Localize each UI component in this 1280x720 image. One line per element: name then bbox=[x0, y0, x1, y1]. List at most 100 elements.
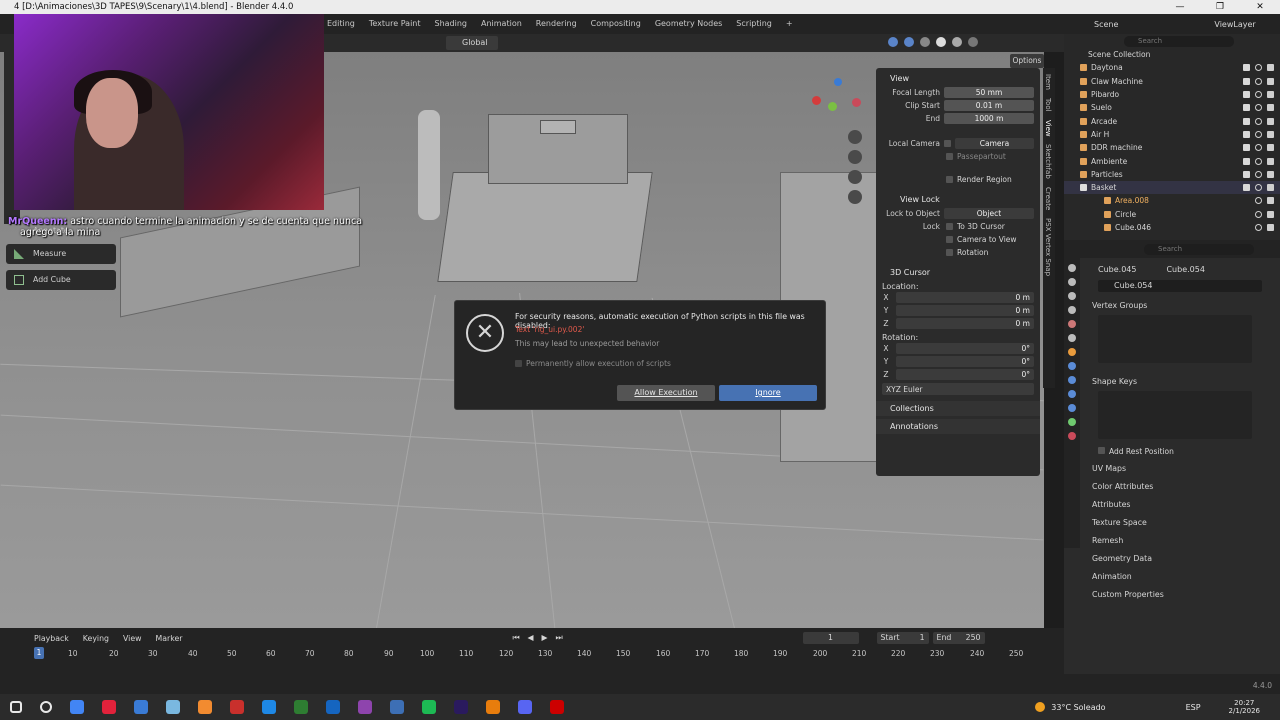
taskbar-app-icon[interactable] bbox=[390, 700, 404, 714]
outliner-item[interactable]: Pibardo bbox=[1064, 88, 1280, 101]
pan-hand-icon[interactable] bbox=[848, 150, 862, 164]
tab-view[interactable]: View bbox=[1044, 120, 1052, 137]
object-breadcrumb[interactable]: Cube.045 bbox=[1098, 265, 1136, 274]
jump-end-icon[interactable]: ⏭ bbox=[556, 633, 563, 643]
taskbar-app-icon[interactable] bbox=[262, 700, 276, 714]
view-menu[interactable]: View bbox=[123, 634, 142, 643]
tab-rendering[interactable]: Rendering bbox=[529, 14, 584, 34]
annotations-header[interactable]: Annotations bbox=[876, 419, 1040, 434]
measure-tool[interactable]: Measure bbox=[6, 244, 116, 264]
view-panel-header[interactable]: View bbox=[876, 71, 1040, 86]
tab-texture-paint[interactable]: Texture Paint bbox=[362, 14, 428, 34]
clock[interactable]: 20:27 2/1/2026 bbox=[1229, 699, 1260, 715]
playhead[interactable]: 1 bbox=[34, 647, 44, 659]
weather-sun-icon[interactable] bbox=[1035, 702, 1046, 712]
keying-menu[interactable]: Keying bbox=[83, 634, 109, 643]
to-3d-cursor-checkbox[interactable] bbox=[946, 223, 953, 230]
playback-menu[interactable]: Playback bbox=[34, 634, 69, 643]
allow-execution-button[interactable]: Allow Execution bbox=[617, 385, 715, 401]
animation-panel[interactable]: Animation bbox=[1064, 568, 1280, 586]
cursor-rotation-y[interactable]: 0° bbox=[896, 356, 1034, 367]
clip-start-field[interactable]: 0.01 m bbox=[944, 100, 1034, 111]
taskbar-app-icon[interactable] bbox=[294, 700, 308, 714]
outliner-item[interactable]: Particles bbox=[1064, 168, 1280, 181]
outliner-item[interactable]: Daytona bbox=[1064, 61, 1280, 74]
uv-maps-panel[interactable]: UV Maps bbox=[1064, 460, 1280, 478]
taskbar-app-icon[interactable] bbox=[198, 700, 212, 714]
language-indicator[interactable]: ESP bbox=[1186, 703, 1201, 712]
marker-menu[interactable]: Marker bbox=[156, 634, 183, 643]
gizmo-icon[interactable] bbox=[888, 37, 898, 47]
tab-create[interactable]: Create bbox=[1044, 187, 1052, 210]
mesh-data-name-field[interactable]: Cube.054 bbox=[1098, 280, 1262, 292]
render-region-checkbox[interactable] bbox=[946, 176, 953, 183]
frame-end-field[interactable]: End 250 bbox=[932, 632, 985, 644]
tab-compositing[interactable]: Compositing bbox=[584, 14, 648, 34]
taskbar-app-icon[interactable] bbox=[518, 700, 532, 714]
color-attributes-panel[interactable]: Color Attributes bbox=[1064, 478, 1280, 496]
cursor-location-x[interactable]: 0 m bbox=[896, 292, 1034, 303]
cursor-rotation-z[interactable]: 0° bbox=[896, 369, 1034, 380]
outliner-item[interactable]: Claw Machine bbox=[1064, 75, 1280, 88]
clip-end-field[interactable]: 1000 m bbox=[944, 113, 1034, 124]
jump-start-icon[interactable]: ⏮ bbox=[512, 633, 519, 643]
view-layer-selector[interactable]: ViewLayer bbox=[1214, 20, 1255, 29]
collections-header[interactable]: Collections bbox=[876, 401, 1040, 416]
taskbar-app-icon[interactable] bbox=[166, 700, 180, 714]
scene-icon[interactable] bbox=[1068, 320, 1076, 328]
outliner-search[interactable]: Search bbox=[1124, 35, 1234, 47]
scene-selector[interactable]: Scene bbox=[1094, 20, 1118, 29]
output-icon[interactable] bbox=[1068, 292, 1076, 300]
shape-keys-panel-header[interactable]: Shape Keys bbox=[1064, 373, 1280, 391]
object-icon[interactable] bbox=[1068, 348, 1076, 356]
taskbar-app-icon[interactable] bbox=[102, 700, 116, 714]
3d-cursor-header[interactable]: 3D Cursor bbox=[876, 265, 1040, 280]
add-rest-position-checkbox[interactable]: Add Rest Position bbox=[1064, 447, 1280, 456]
add-workspace-button[interactable]: + bbox=[779, 14, 800, 34]
taskbar-app-icon[interactable] bbox=[358, 700, 372, 714]
modifier-icon[interactable] bbox=[1068, 362, 1076, 370]
rotation-lock-checkbox[interactable] bbox=[946, 249, 953, 256]
tab-scripting[interactable]: Scripting bbox=[729, 14, 779, 34]
tab-sketchfab[interactable]: Sketchfab bbox=[1044, 144, 1052, 179]
tab-tool[interactable]: Tool bbox=[1044, 98, 1052, 112]
tool-icon[interactable] bbox=[1068, 264, 1076, 272]
taskbar-app-icon[interactable] bbox=[230, 700, 244, 714]
maximize-button[interactable]: ❐ bbox=[1200, 0, 1240, 14]
minimize-button[interactable]: — bbox=[1160, 0, 1200, 14]
ortho-grid-icon[interactable] bbox=[848, 190, 862, 204]
zoom-icon[interactable] bbox=[848, 130, 862, 144]
constraints-icon[interactable] bbox=[1068, 404, 1076, 412]
ignore-button[interactable]: Ignore bbox=[719, 385, 817, 401]
tab-psx-vertex-snap[interactable]: PSX Vertex Snap bbox=[1044, 218, 1052, 276]
taskbar-app-icon[interactable] bbox=[326, 700, 340, 714]
outliner-item[interactable]: Ambiente bbox=[1064, 154, 1280, 167]
texture-space-panel[interactable]: Texture Space bbox=[1064, 514, 1280, 532]
rotation-mode-dropdown[interactable]: XYZ Euler bbox=[882, 383, 1034, 395]
viewport-shading-buttons[interactable] bbox=[888, 37, 1038, 49]
taskbar-app-icon[interactable] bbox=[422, 700, 436, 714]
material-shading-icon[interactable] bbox=[952, 37, 962, 47]
outliner-item[interactable]: DDR machine bbox=[1064, 141, 1280, 154]
cursor-location-y[interactable]: 0 m bbox=[896, 305, 1034, 316]
taskbar-app-icon[interactable] bbox=[70, 700, 84, 714]
mesh-breadcrumb[interactable]: Cube.054 bbox=[1166, 265, 1204, 274]
lock-object-field[interactable]: Object bbox=[944, 208, 1034, 219]
neg-x-axis-icon[interactable] bbox=[852, 98, 861, 107]
material-icon[interactable] bbox=[1068, 432, 1076, 440]
outliner-item[interactable]: Air H bbox=[1064, 128, 1280, 141]
cursor-location-z[interactable]: 0 m bbox=[896, 318, 1034, 329]
outliner-child-item[interactable]: Area.008 bbox=[1064, 194, 1280, 207]
xray-icon[interactable] bbox=[920, 37, 930, 47]
tab-animation[interactable]: Animation bbox=[474, 14, 529, 34]
view-lock-header[interactable]: View Lock bbox=[876, 192, 1040, 207]
search-icon[interactable] bbox=[40, 701, 52, 713]
focal-length-field[interactable]: 50 mm bbox=[944, 87, 1034, 98]
taskbar-app-icon[interactable] bbox=[454, 700, 468, 714]
tab-item[interactable]: Item bbox=[1044, 74, 1052, 90]
cursor-rotation-x[interactable]: 0° bbox=[896, 343, 1034, 354]
physics-icon[interactable] bbox=[1068, 390, 1076, 398]
solid-shading-icon[interactable] bbox=[936, 37, 946, 47]
rendered-shading-icon[interactable] bbox=[968, 37, 978, 47]
taskbar-app-icon[interactable] bbox=[486, 700, 500, 714]
